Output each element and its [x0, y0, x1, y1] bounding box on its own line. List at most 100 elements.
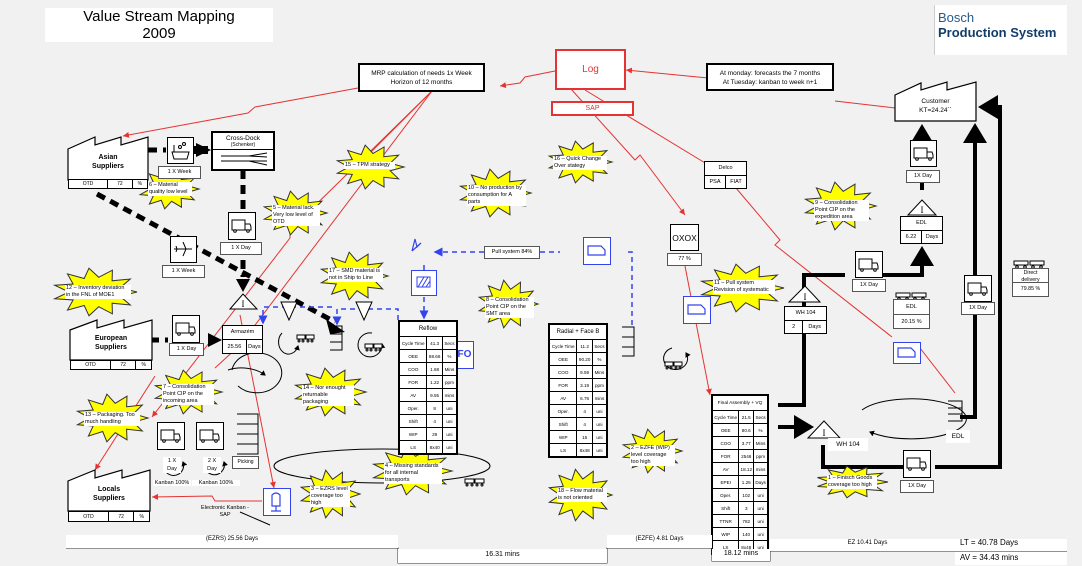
- customer-label: Customer KT=24.24´´: [895, 97, 976, 115]
- forecast-line-2: At Tuesday: kanban to week n+1: [722, 79, 818, 86]
- metric-unit: Days: [753, 475, 769, 489]
- process-metric-row: LS 8x48 uni: [548, 443, 608, 458]
- metric-unit: uni: [753, 501, 769, 515]
- customer-takt: KT=24.24´´: [919, 107, 952, 114]
- process-metric-row: Shift 4 uni: [398, 414, 458, 428]
- sap-label: SAP: [585, 105, 600, 112]
- edl-unit: Days: [925, 234, 939, 240]
- process-metric-row: OEE 80.6%: [711, 423, 769, 437]
- metric-unit: %: [753, 423, 769, 437]
- local-1-freq: 1 X Day: [163, 457, 181, 473]
- metric-label: Shift: [548, 417, 578, 431]
- locals-otd-row: OTD 72 %: [68, 511, 150, 522]
- electronic-kanban-label: Electronic Kanban - SAP: [180, 505, 270, 519]
- asian-name-2: Suppliers: [92, 163, 124, 170]
- forecast-box[interactable]: At monday: forecasts the 7 months At Tue…: [706, 63, 834, 91]
- truck-icon-customer: [910, 140, 937, 167]
- bosch-production-system-logo: Bosch Production System: [934, 5, 1067, 55]
- process-reflow[interactable]: Reflow Cycle Time 41.3 Secs OEE 88.66% COO 1.6…: [398, 320, 458, 455]
- process-metric-row: Oper. 102 uni: [711, 488, 769, 502]
- metric-value: 3.77: [738, 436, 755, 450]
- armazem-name: Armazém: [223, 326, 262, 340]
- wh104-bottom-label: WH 104: [828, 438, 868, 451]
- kaizen-burst-12: 12 – Inventory deviation in the FNL of M…: [65, 285, 131, 299]
- truck-icon-local-2: [196, 422, 224, 450]
- edl-truck-freq: 1X Day: [852, 279, 886, 292]
- metric-unit: %: [591, 352, 608, 366]
- customer-name: Customer: [921, 98, 950, 105]
- signal-kanban-icon[interactable]: [409, 237, 425, 253]
- metric-label: TTNR: [711, 514, 740, 528]
- metric-value: 1.25: [738, 475, 755, 489]
- title-line-2: 2009: [142, 25, 176, 42]
- locals-suppliers-label: Locals Suppliers: [68, 485, 150, 503]
- metric-label: Oper.: [548, 404, 578, 418]
- european-freq-label: 1 X Day: [169, 343, 204, 356]
- cross-dock-box[interactable]: Cross-Dock (Schenker): [211, 131, 275, 171]
- armazem-inventory: Armazém 25.56 Days: [222, 325, 263, 354]
- forecast-to-log-line: [625, 67, 709, 79]
- withdrawal-kanban-icon-1[interactable]: [583, 237, 611, 265]
- metric-value: 1.68: [426, 362, 443, 376]
- metric-value: 140: [738, 527, 755, 541]
- oxox-to-final-assembly-line: [684, 265, 712, 396]
- metric-label: COO: [398, 362, 428, 376]
- metric-unit: uni: [441, 440, 458, 455]
- metric-unit: uni: [753, 514, 769, 528]
- mrp-box[interactable]: MRP calculation of needs 1x Week Horizon…: [358, 63, 485, 92]
- log-box[interactable]: Log: [555, 49, 626, 90]
- svg-text:I: I: [804, 292, 807, 302]
- kanban-post-icon[interactable]: [263, 488, 291, 516]
- production-kanban-icon[interactable]: [411, 270, 437, 296]
- process-metric-row: COO 9.59 Mins: [548, 365, 608, 379]
- edl-name: EDL: [901, 217, 942, 231]
- svg-text:I: I: [921, 205, 924, 215]
- customer-to-forecast-line: [834, 100, 896, 109]
- kaizen-burst-9: 9 – Consolidation Point CIP on the exped…: [814, 200, 869, 221]
- metric-value: 18.12: [738, 462, 755, 476]
- metric-label: AV: [548, 391, 578, 405]
- process-metric-row: Cycle Time 21.5 Secs: [711, 410, 769, 424]
- metric-label: FOR: [398, 375, 428, 389]
- withdrawal-kanban-icon-2[interactable]: [683, 296, 711, 324]
- bottom-truck-freq: 1X Day: [900, 480, 934, 493]
- kaizen-burst-3: 3 – EZRS level coverage too high: [310, 486, 350, 507]
- mrp-line-1: MRP calculation of needs 1x Week: [371, 70, 472, 77]
- delco-fiat: FIAT: [730, 179, 742, 185]
- metric-value: 1.22: [426, 375, 443, 389]
- process-metric-row: Shift 3 uni: [711, 501, 769, 515]
- oxox-box[interactable]: OXOX: [670, 224, 699, 251]
- withdrawal-kanban-icon-3[interactable]: [893, 342, 921, 364]
- metric-unit: uni: [753, 488, 769, 502]
- milk-run-icon-1: [296, 330, 316, 343]
- metric-label: FOR: [711, 449, 740, 463]
- metric-value: 11.2: [576, 339, 593, 353]
- metric-value: 3: [738, 501, 755, 515]
- asian-name-1: Asian: [98, 154, 118, 161]
- otd-unit: %: [137, 181, 143, 187]
- metric-label: LS: [548, 443, 578, 458]
- mrp-line-2: Horizon of 12 months: [390, 79, 453, 86]
- process-metric-row: LS 8x40 uni: [398, 440, 458, 455]
- metric-label: Cycle Time: [398, 336, 428, 350]
- metric-label: AV: [711, 462, 740, 476]
- metric-unit: Secs: [441, 336, 458, 350]
- truck-icon-right: [964, 275, 992, 302]
- kaizen-burst-10: 10 – No production by consumption for A …: [467, 185, 526, 206]
- process-final-assembly[interactable]: Final Assembly + VQ Cycle Time 21.5 Secs OE…: [711, 394, 769, 555]
- metric-value: 8x48: [576, 443, 593, 458]
- process-radial-face-b[interactable]: Radial + Face B Cycle Time 11.2 Secs OEE 90.…: [548, 323, 608, 458]
- metric-unit: %: [441, 349, 458, 363]
- metric-unit: uni: [441, 427, 458, 441]
- metric-unit: ppm: [753, 449, 769, 463]
- milk-run-icon-2: [364, 339, 384, 352]
- locals-name-1: Locals: [97, 486, 121, 493]
- metric-label: COO: [548, 365, 578, 379]
- european-name-1: European: [94, 335, 128, 342]
- metric-label: Oper.: [398, 401, 428, 415]
- kanban-lines: [258, 247, 633, 327]
- process-metric-row: Cycle Time 11.2 Secs: [548, 339, 608, 353]
- sap-box[interactable]: SAP: [551, 101, 634, 116]
- metric-label: Shift: [398, 414, 428, 428]
- process-metric-row: FOR 1.22 ppm: [398, 375, 458, 389]
